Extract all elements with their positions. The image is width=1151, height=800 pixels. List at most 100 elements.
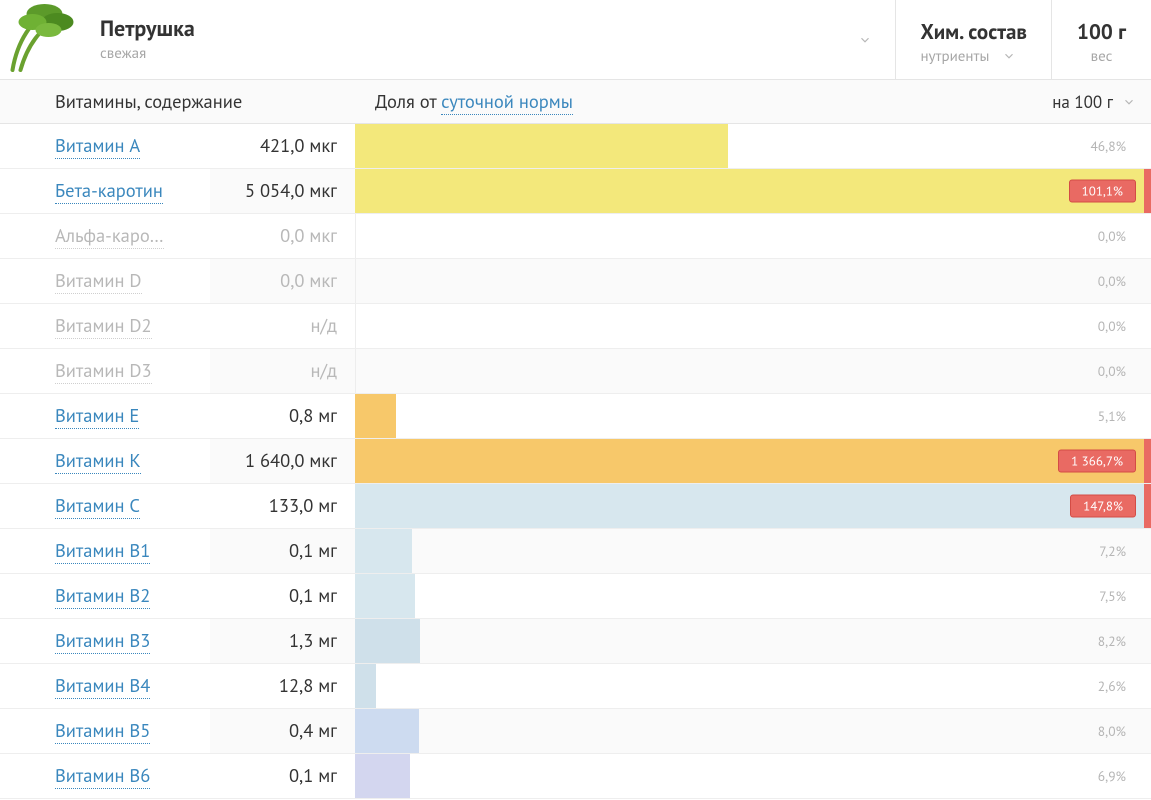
vitamin-table: Витамин A 421,0 мкг 46,8% Бета-каротин5 054… <box>0 124 1151 799</box>
col-header-share: Доля от суточной нормы <box>375 90 573 114</box>
pct-badge: 8,0% <box>1088 720 1136 742</box>
bar-area: 0,0% <box>355 259 1151 303</box>
amount-selector[interactable]: 100 г вес <box>1051 0 1151 79</box>
composition-title: Хим. состав <box>920 18 1027 45</box>
vitamin-link[interactable]: Бета-каротин <box>55 179 163 204</box>
bar-area: 8,0% <box>355 709 1151 753</box>
bar-area: 147,8% <box>355 484 1151 528</box>
table-row: Витамин C 133,0 мг 147,8% <box>0 484 1151 529</box>
vitamin-link[interactable]: Витамин D3 <box>55 359 152 384</box>
table-row: Витамин A 421,0 мкг 46,8% <box>0 124 1151 169</box>
vitamin-link[interactable]: Витамин E <box>55 404 139 429</box>
bar-fill <box>355 394 396 438</box>
amount-value: 0,0 мкг <box>210 214 355 258</box>
table-row: Витамин B1 0,1 мг 7,2% <box>0 529 1151 574</box>
bar-area: 5,1% <box>355 394 1151 438</box>
pct-badge: 1 366,7% <box>1058 450 1136 473</box>
vitamin-link[interactable]: Витамин A <box>55 134 140 159</box>
amount-value: 12,8 мг <box>210 664 355 708</box>
daily-norm-link[interactable]: суточной нормы <box>441 90 573 115</box>
bar-fill <box>355 124 728 168</box>
table-row: Витамин K 1 640,0 мкг 1 366,7% <box>0 439 1151 484</box>
food-subtitle: свежая <box>100 44 855 63</box>
vitamin-link[interactable]: Витамин B4 <box>55 674 150 699</box>
bar-area: 8,2% <box>355 619 1151 663</box>
amount-value: 0,8 мг <box>210 394 355 438</box>
table-row: Витамин D3 н/д 0,0% <box>0 349 1151 394</box>
pct-badge: 7,2% <box>1089 540 1136 562</box>
vitamin-link[interactable]: Витамин B5 <box>55 719 150 744</box>
vitamin-link[interactable]: Витамин B3 <box>55 629 150 654</box>
overflow-marker <box>1144 484 1151 528</box>
amount-value: 0,0 мкг <box>210 259 355 303</box>
table-row: Бета-каротин5 054,0 мкг101,1% <box>0 169 1151 214</box>
bar-fill <box>355 664 376 708</box>
page-header: Петрушка свежая Хим. состав нутриенты 10… <box>0 0 1151 80</box>
bar-fill <box>355 484 1151 528</box>
vitamin-link[interactable]: Альфа-каро… <box>55 224 164 249</box>
pct-badge: 147,8% <box>1070 495 1136 518</box>
composition-selector[interactable]: Хим. состав нутриенты <box>895 0 1051 79</box>
amount-value: н/д <box>210 349 355 393</box>
table-row: Витамин B6 0,1 мг 6,9% <box>0 754 1151 799</box>
bar-fill <box>355 709 419 753</box>
vitamin-link[interactable]: Витамин C <box>55 494 140 519</box>
table-row: Витамин B3 1,3 мг 8,2% <box>0 619 1151 664</box>
food-title: Петрушка <box>100 16 855 42</box>
pct-badge: 0,0% <box>1088 225 1136 247</box>
amount-value: 0,1 мг <box>210 529 355 573</box>
amount-value: 133,0 мг <box>210 484 355 528</box>
amount-sub: вес <box>1091 47 1113 66</box>
pct-badge: 0,0% <box>1088 270 1136 292</box>
composition-sub: нутриенты <box>920 47 989 66</box>
bar-area: 1 366,7% <box>355 439 1151 483</box>
vitamin-link[interactable]: Витамин B6 <box>55 764 150 789</box>
table-row: Витамин B4 12,8 мг 2,6% <box>0 664 1151 709</box>
vitamin-link[interactable]: Витамин K <box>55 449 141 474</box>
pct-badge: 0,0% <box>1088 315 1136 337</box>
amount-value: н/д <box>210 304 355 348</box>
pct-badge: 0,0% <box>1088 360 1136 382</box>
bar-area: 46,8% <box>355 124 1151 168</box>
amount-value: 421,0 мкг <box>210 124 355 168</box>
bar-area: 0,0% <box>355 304 1151 348</box>
bar-area: 7,5% <box>355 574 1151 618</box>
bar-fill <box>355 529 412 573</box>
bar-area: 2,6% <box>355 664 1151 708</box>
food-block[interactable]: Петрушка свежая <box>0 0 895 79</box>
table-row: Витамин D2 н/д 0,0% <box>0 304 1151 349</box>
amount-value: 1,3 мг <box>210 619 355 663</box>
vitamin-link[interactable]: Витамин D <box>55 269 142 294</box>
pct-badge: 7,5% <box>1089 585 1136 607</box>
bar-area: 101,1% <box>355 169 1151 213</box>
pct-badge: 101,1% <box>1069 180 1136 203</box>
amount-value: 0,1 мг <box>210 754 355 798</box>
vitamin-link[interactable]: Витамин B2 <box>55 584 150 609</box>
pct-badge: 8,2% <box>1088 630 1136 652</box>
amount-title: 100 г <box>1077 18 1126 45</box>
table-row: Альфа-каро… 0,0 мкг 0,0% <box>0 214 1151 259</box>
bar-fill <box>355 439 1151 483</box>
per-label: на 100 г <box>1052 91 1113 113</box>
bar-fill <box>355 619 420 663</box>
bar-area: 0,0% <box>355 349 1151 393</box>
amount-value: 0,1 мг <box>210 574 355 618</box>
food-image <box>0 0 85 80</box>
overflow-marker <box>1144 439 1151 483</box>
amount-value: 1 640,0 мкг <box>210 439 355 483</box>
table-row: Витамин B50,4 мг8,0% <box>0 709 1151 754</box>
bar-fill <box>355 574 415 618</box>
vitamin-link[interactable]: Витамин D2 <box>55 314 152 339</box>
pct-badge: 46,8% <box>1080 135 1136 157</box>
bar-area: 0,0% <box>355 214 1151 258</box>
bar-fill <box>355 754 410 798</box>
table-row: Витамин B2 0,1 мг 7,5% <box>0 574 1151 619</box>
table-row: Витамин E 0,8 мг 5,1% <box>0 394 1151 439</box>
pct-badge: 5,1% <box>1088 405 1136 427</box>
pct-badge: 6,9% <box>1088 765 1136 787</box>
chevron-down-icon <box>999 46 1019 66</box>
pct-badge: 2,6% <box>1088 675 1136 697</box>
vitamin-link[interactable]: Витамин B1 <box>55 539 150 564</box>
columns-header: Витамины, содержание Доля от суточной но… <box>0 80 1151 124</box>
per-selector[interactable]: на 100 г <box>1052 91 1139 113</box>
